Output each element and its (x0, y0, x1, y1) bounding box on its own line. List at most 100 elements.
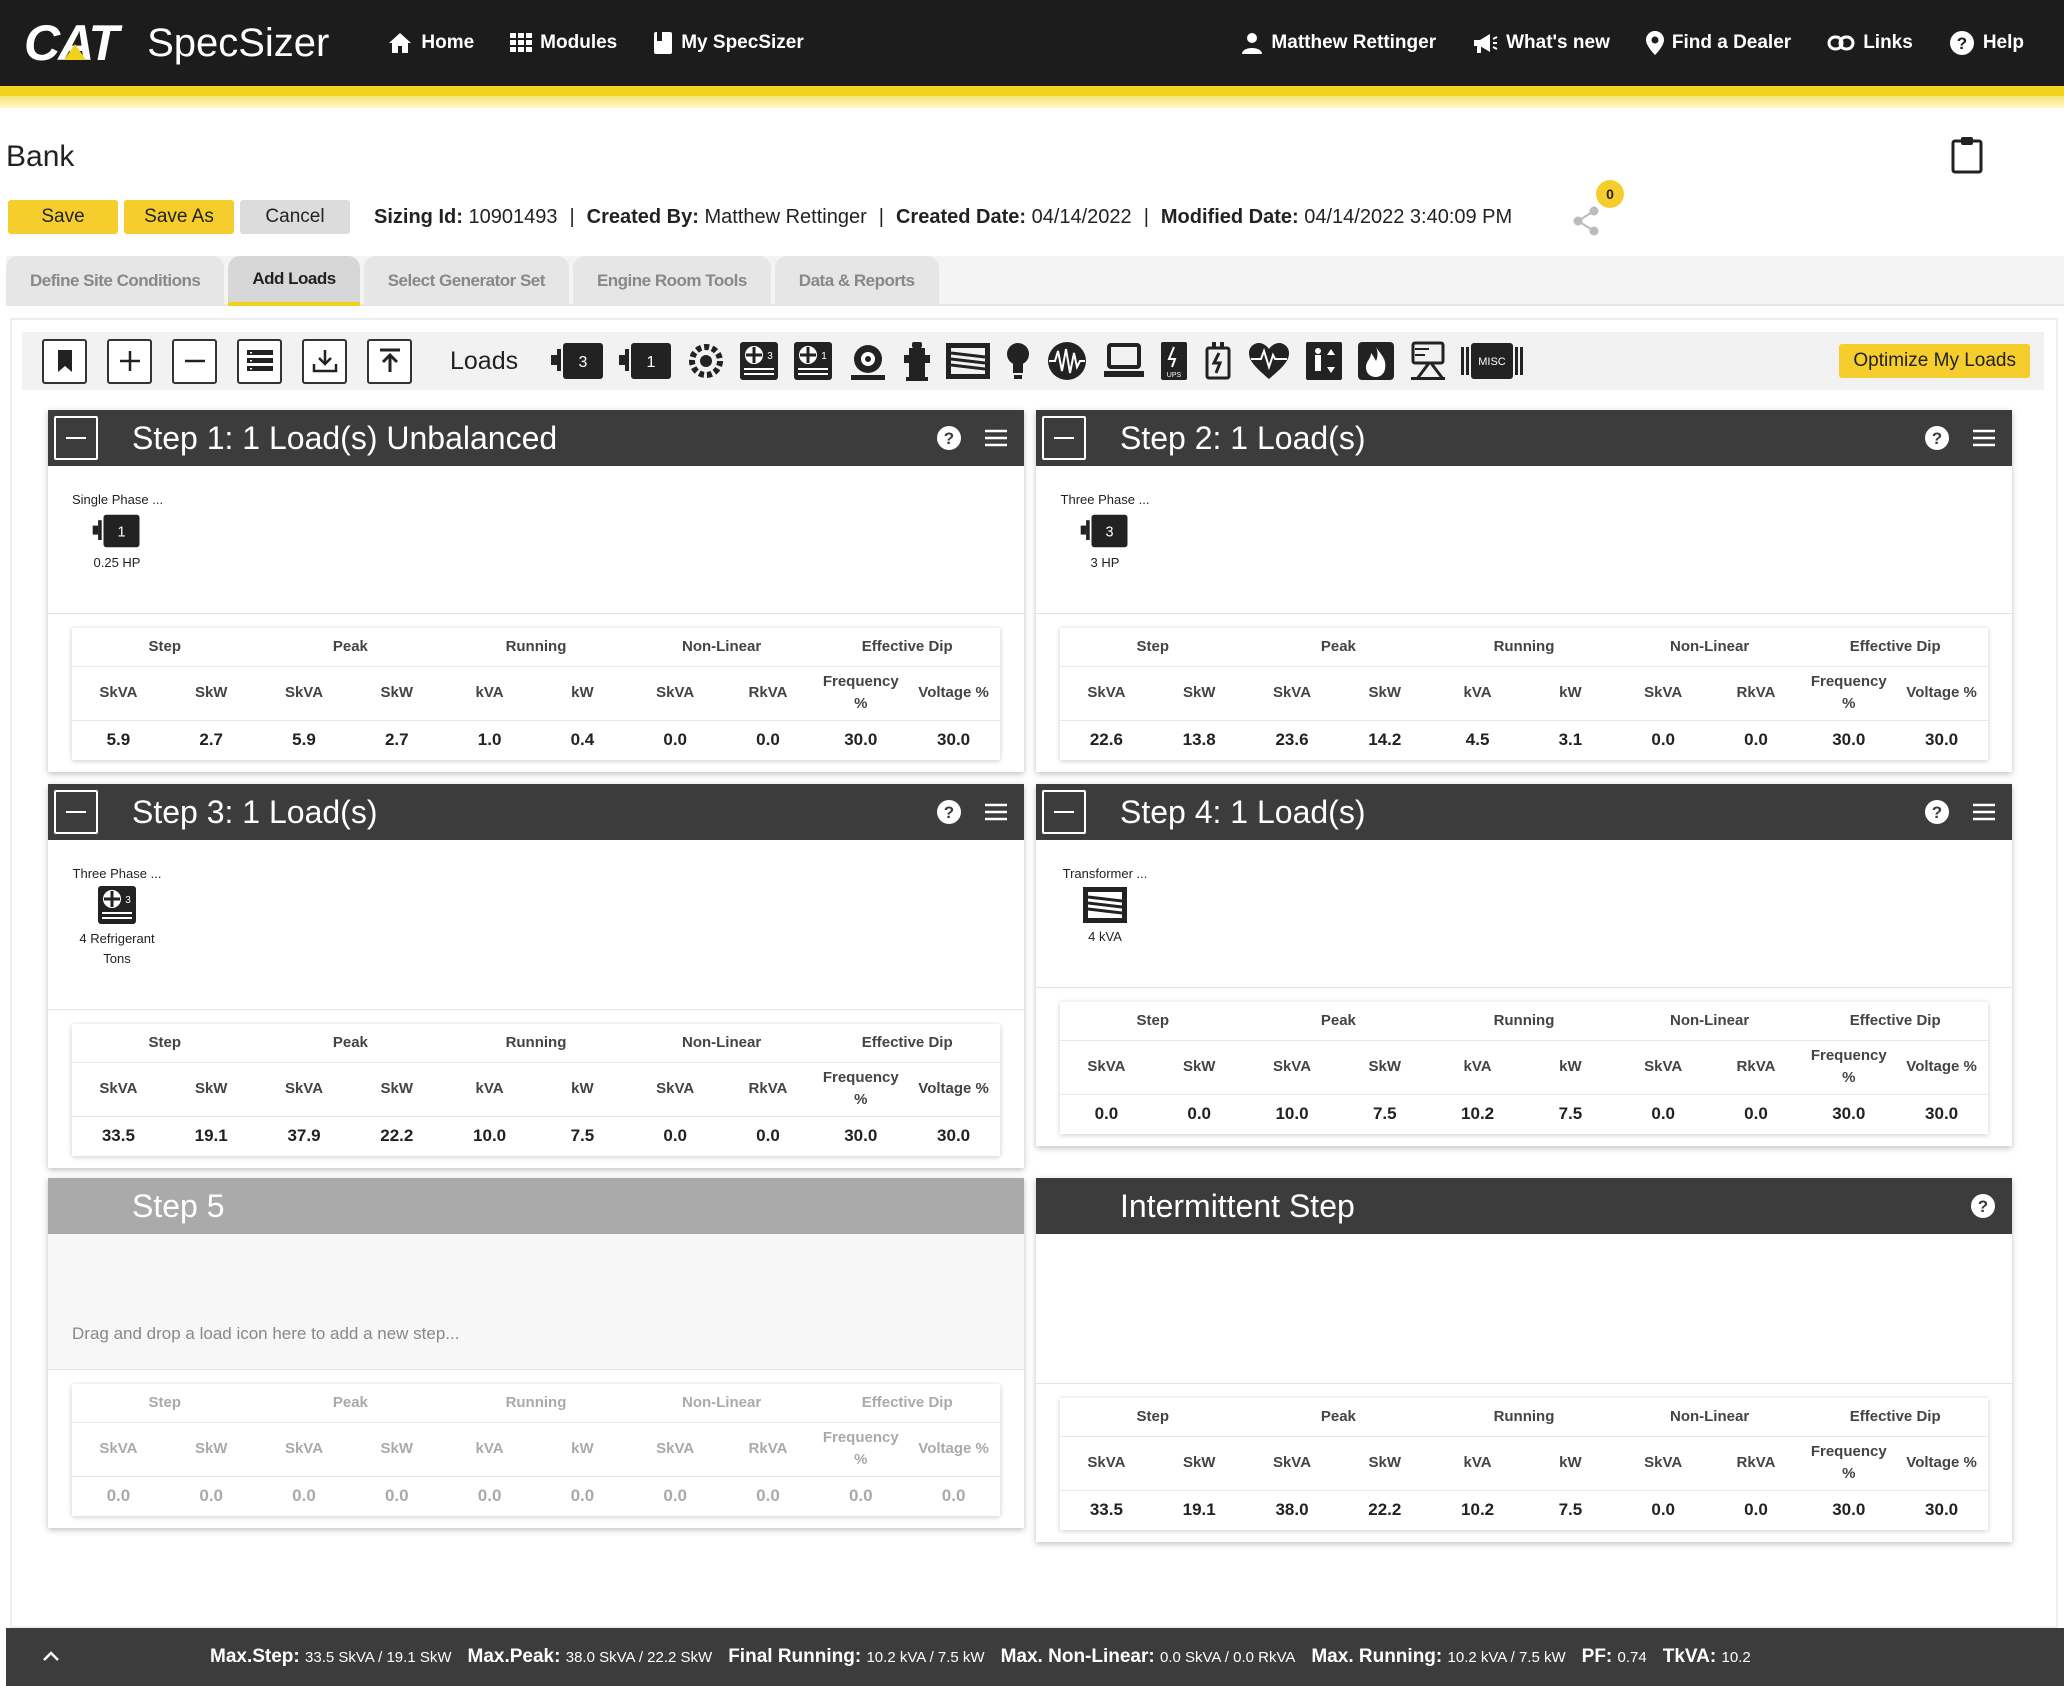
collapse-step-button[interactable] (1042, 416, 1086, 460)
page-title: Bank (6, 140, 75, 173)
intermittent-step-card: Intermittent Step ? Step Peak Running Non-L… (1036, 1178, 2012, 1542)
nav-links[interactable]: Links (1827, 30, 1913, 56)
tab-data-reports[interactable]: Data & Reports (774, 256, 939, 306)
table-column-header: SkW (1338, 1435, 1432, 1491)
hamburger-menu-icon[interactable] (1972, 802, 1996, 822)
medical-heartbeat-icon[interactable] (1247, 341, 1291, 381)
clipboard-icon[interactable] (1950, 136, 1984, 179)
table-column-header: SkVA (1245, 1435, 1339, 1491)
tab-define-site-conditions[interactable]: Define Site Conditions (6, 256, 225, 306)
table-cell: 2.7 (199, 730, 224, 750)
collapse-step-button[interactable] (1042, 790, 1086, 834)
table-cell: 13.8 (1182, 730, 1216, 750)
table-cell: 0.0 (756, 730, 780, 750)
upload-button[interactable] (367, 338, 412, 384)
single-phase-motor-icon[interactable]: 1 (619, 341, 673, 381)
ups-icon[interactable]: UPS (1159, 341, 1189, 381)
table-cell: 0.0 (848, 1486, 873, 1506)
lightbulb-icon[interactable] (1005, 341, 1031, 381)
list-view-button[interactable] (237, 338, 282, 384)
optimize-my-loads-button[interactable]: Optimize My Loads (1839, 344, 2030, 378)
hamburger-menu-icon[interactable] (1972, 428, 1996, 448)
tab-select-generator-set[interactable]: Select Generator Set (363, 256, 569, 306)
table-column-header: kW (1523, 1435, 1617, 1491)
load-item[interactable]: Three Phase ... 3 3 HP (1060, 492, 1150, 570)
tab-engine-room-tools[interactable]: Engine Room Tools (572, 256, 771, 306)
computer-icon[interactable] (1103, 341, 1145, 381)
table-group-header: Non-Linear (1669, 1408, 1750, 1426)
help-icon[interactable]: ? (1924, 425, 1950, 451)
drop-zone[interactable] (1036, 1234, 2012, 1384)
table-row: 22.6 13.8 23.6 14.2 4.5 3.1 0.0 0.0 30.0 30.0 (1060, 720, 1988, 760)
expand-all-button[interactable] (107, 338, 152, 384)
svg-text:3: 3 (125, 895, 131, 906)
nav-find-dealer[interactable]: Find a Dealer (1645, 30, 1791, 56)
fire-hydrant-icon[interactable] (903, 341, 931, 381)
footer-stat: PF: 0.74 (1581, 1646, 1647, 1667)
nav-user[interactable]: Matthew Rettinger (1241, 30, 1436, 56)
load-item[interactable]: Transformer ... 4 kVA (1060, 866, 1150, 944)
transformer-icon[interactable] (945, 341, 991, 381)
three-phase-motor-icon[interactable]: 3 (551, 341, 605, 381)
fire-icon[interactable] (1357, 341, 1395, 381)
nav-whats-new[interactable]: What's new (1472, 30, 1610, 56)
save-button[interactable]: Save (8, 200, 118, 234)
table-column-header: Frequency % (814, 1421, 908, 1477)
table-cell: 30.0 (1832, 730, 1866, 750)
welder-icon[interactable] (1409, 341, 1447, 381)
waveform-icon[interactable] (1045, 341, 1089, 381)
cancel-button[interactable]: Cancel (240, 200, 350, 234)
nav-my-specsizer[interactable]: My SpecSizer (653, 31, 804, 55)
expand-footer-button[interactable] (42, 1646, 60, 1668)
table-column-header: Voltage % (907, 1421, 1000, 1477)
nav-home[interactable]: Home (387, 31, 474, 55)
table-cell: 0.0 (756, 1126, 780, 1146)
share-icon[interactable] (1572, 206, 1600, 241)
nav-help[interactable]: ? Help (1949, 30, 2024, 56)
svg-text:1: 1 (117, 524, 125, 540)
table-cell: 0.0 (1094, 1104, 1119, 1124)
svg-text:3: 3 (1105, 524, 1113, 540)
collapse-step-button[interactable] (54, 416, 98, 460)
table-column-header: Voltage % (1895, 665, 1988, 721)
load-name: Three Phase ... (1060, 492, 1150, 507)
misc-load-icon[interactable]: MISC (1461, 341, 1524, 381)
table-column-header: RkVA (1709, 1039, 1803, 1095)
pump-icon[interactable] (847, 341, 889, 381)
save-as-button[interactable]: Save As (124, 200, 234, 234)
load-size: 4 kVA (1088, 929, 1122, 944)
help-icon[interactable]: ? (936, 799, 962, 825)
svg-text:?: ? (944, 429, 954, 448)
hvac-single-phase-icon[interactable]: 1 (793, 341, 833, 381)
snowflake-gear-icon[interactable] (687, 342, 725, 380)
download-button[interactable] (302, 338, 347, 384)
load-item[interactable]: Single Phase ... 1 0.25 HP (72, 492, 163, 570)
table-cell: 10.0 (473, 1126, 507, 1146)
table-column-header: SkVA (1060, 1435, 1153, 1491)
hvac-three-phase-icon[interactable]: 3 (739, 341, 779, 381)
elevator-icon[interactable] (1305, 341, 1343, 381)
hamburger-menu-icon[interactable] (984, 802, 1008, 822)
bookmark-button[interactable] (42, 338, 87, 384)
table-group-header: Peak (1320, 638, 1356, 656)
brand[interactable]: CAT SpecSizer (24, 14, 329, 72)
nav-modules[interactable]: Modules (510, 31, 617, 55)
drop-zone[interactable]: Drag and drop a load icon here to add a … (48, 1234, 1024, 1370)
load-size: 0.25 HP (93, 555, 141, 570)
table-group-header: Running (505, 1394, 567, 1412)
battery-charger-icon[interactable] (1203, 341, 1233, 381)
table-cell: 33.5 (101, 1126, 135, 1146)
table-cell: 30.0 (937, 1126, 971, 1146)
help-icon[interactable]: ? (936, 425, 962, 451)
minus-icon (184, 359, 205, 363)
table-cell: 33.5 (1089, 1500, 1123, 1520)
collapse-all-button[interactable] (172, 338, 217, 384)
table-group-header: Running (505, 1034, 567, 1052)
modified-date: 04/14/2022 3:40:09 PM (1304, 205, 1513, 228)
load-item[interactable]: Three Phase ... 3 4 Refrigerant Tons (72, 866, 162, 969)
tab-add-loads[interactable]: Add Loads (228, 256, 360, 306)
help-icon[interactable]: ? (1970, 1193, 1996, 1219)
hamburger-menu-icon[interactable] (984, 428, 1008, 448)
help-icon[interactable]: ? (1924, 799, 1950, 825)
collapse-step-button[interactable] (54, 790, 98, 834)
